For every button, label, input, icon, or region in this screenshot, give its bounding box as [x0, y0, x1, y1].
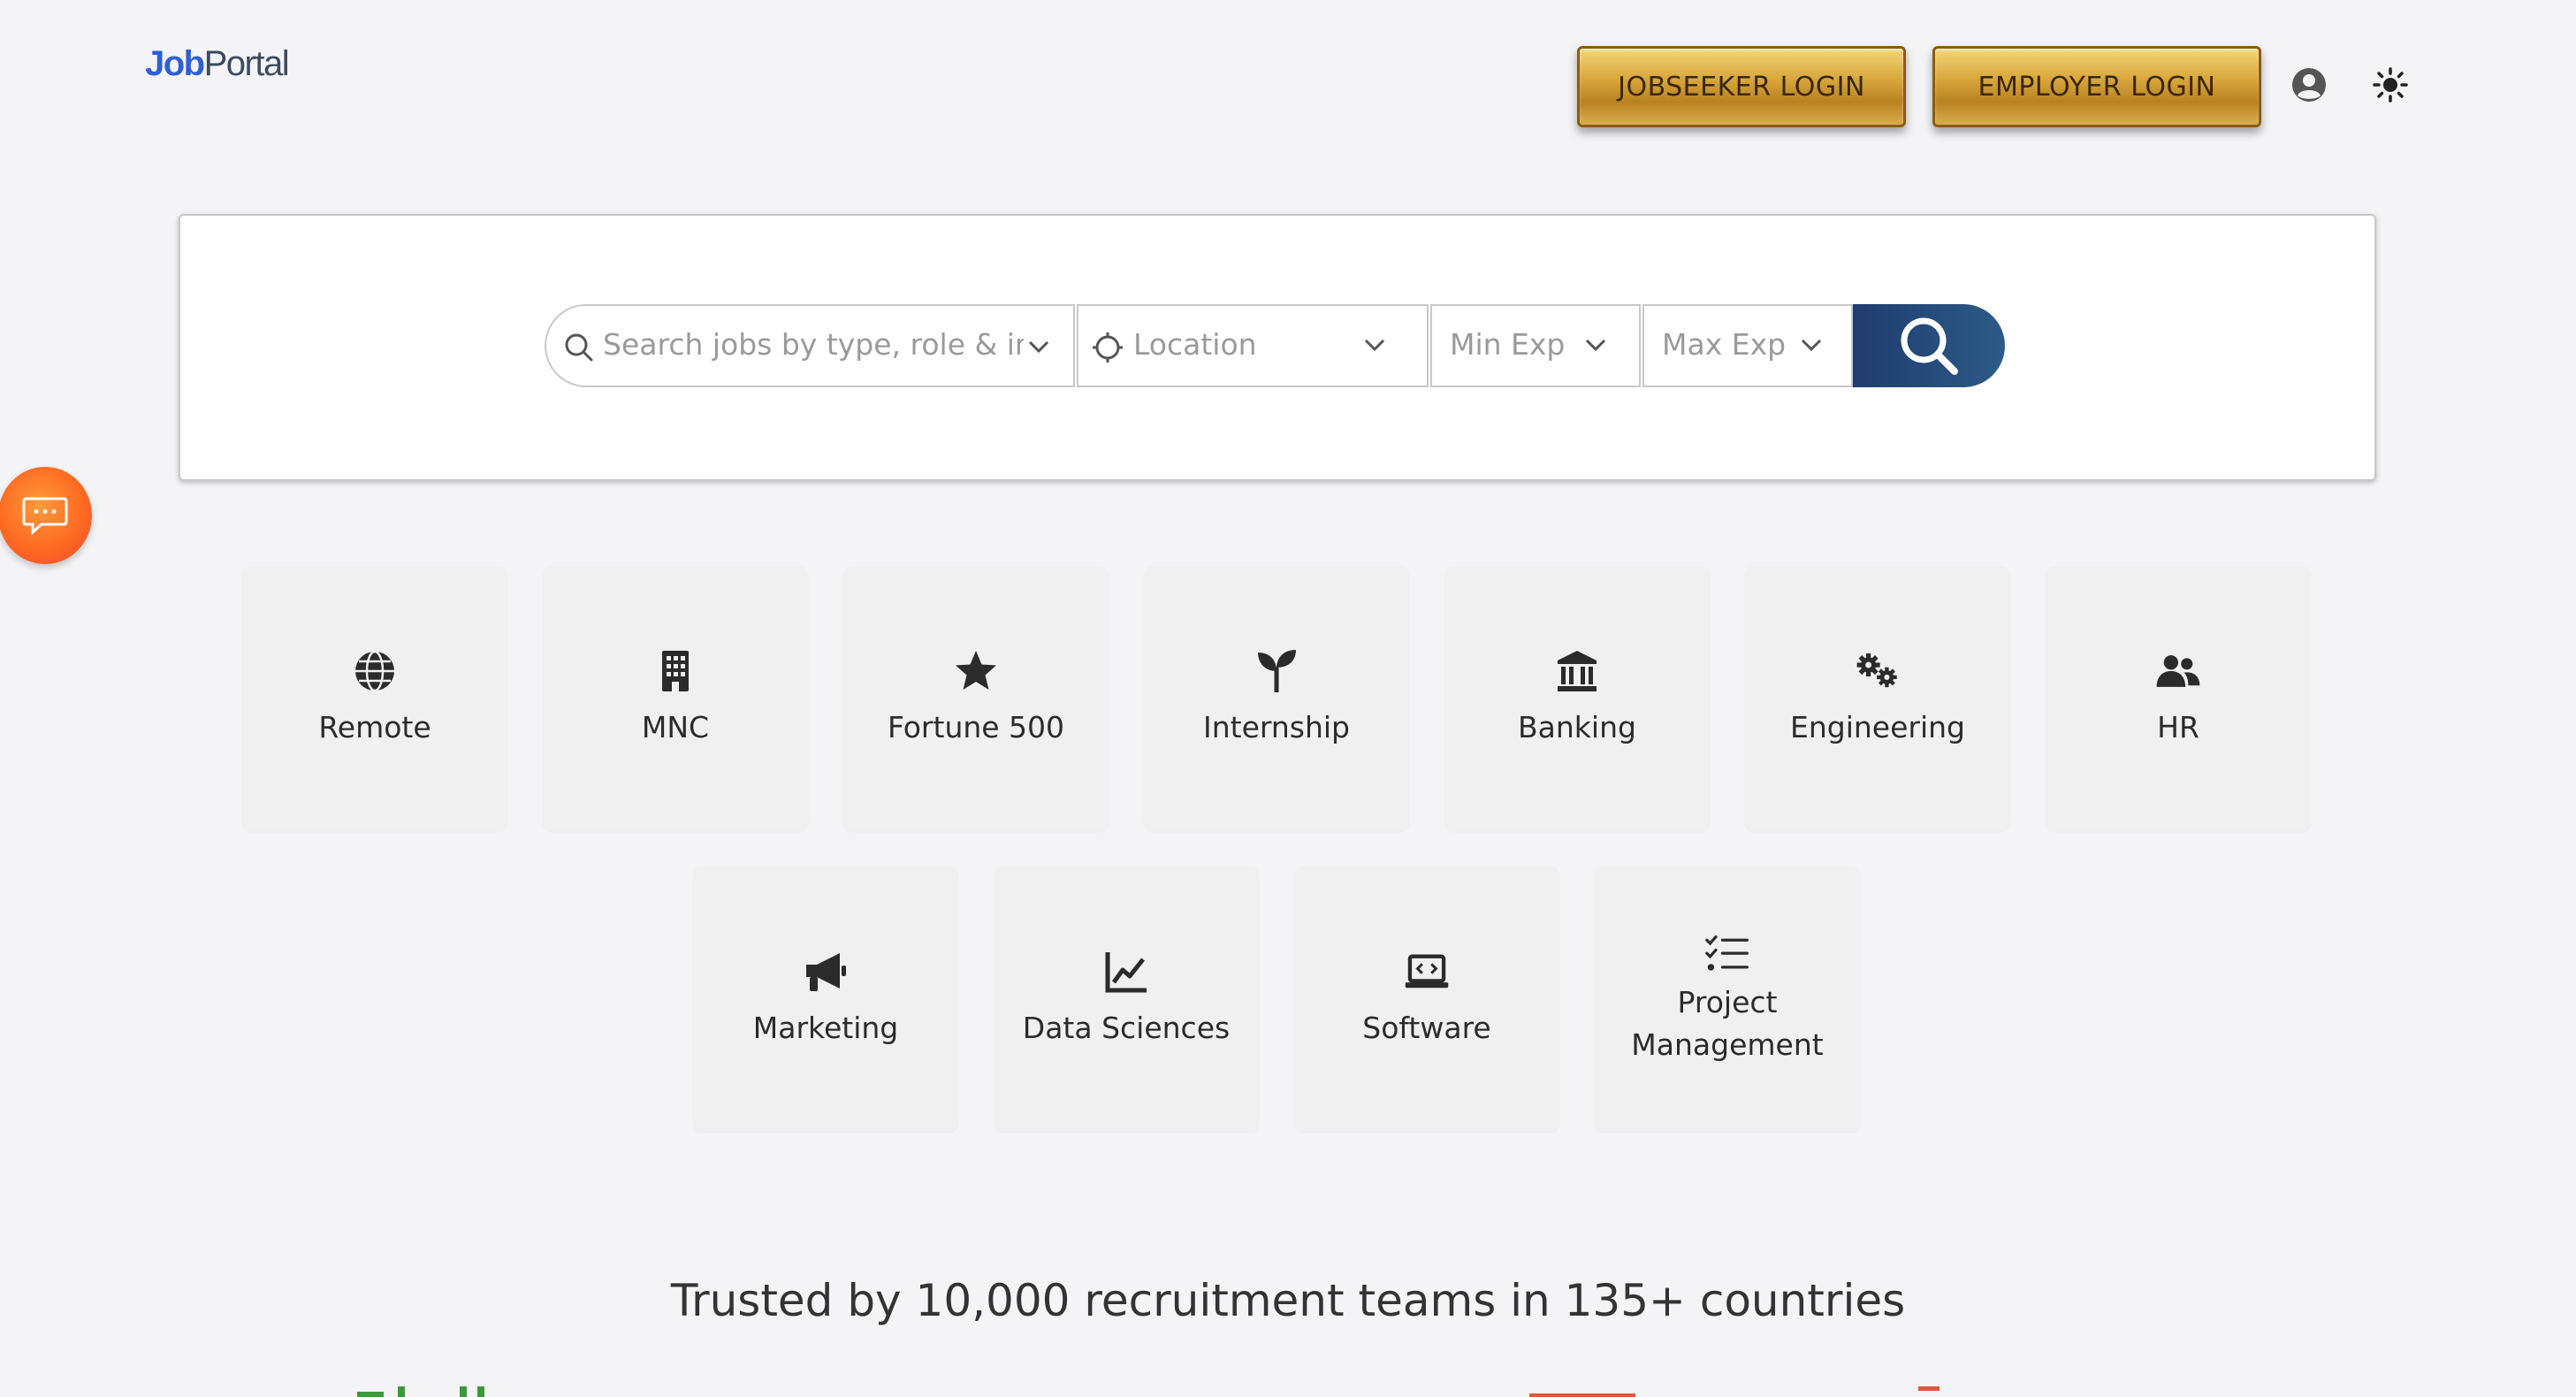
chat-bubble-button[interactable]: [0, 467, 92, 564]
category-label: Fortune 500: [887, 710, 1065, 744]
category-label: Data Sciences: [1022, 1011, 1231, 1045]
category-data-sciences[interactable]: Data Sciences: [994, 866, 1259, 1132]
category-marketing[interactable]: Marketing: [693, 866, 958, 1132]
building-icon: [662, 651, 689, 691]
crosshair-icon: [1093, 332, 1123, 363]
search-bar: Search jobs by type, role & inc Location…: [545, 304, 2005, 387]
location-select[interactable]: Location: [1077, 304, 1429, 387]
logo-job-text: Job: [145, 44, 205, 83]
category-label: Remote: [318, 710, 431, 744]
search-icon: [565, 333, 593, 362]
category-label: HR: [2157, 710, 2199, 744]
employer-login-button[interactable]: EMPLOYER LOGIN: [1932, 46, 2261, 127]
min-exp-select[interactable]: Min Exp: [1430, 304, 1641, 387]
min-exp-placeholder: Min Exp: [1450, 327, 1566, 362]
seedling-icon: [1258, 650, 1296, 692]
chat-icon: [22, 497, 68, 536]
bank-icon: [1558, 651, 1597, 691]
search-button[interactable]: [1853, 304, 2005, 387]
globe-icon: [355, 650, 394, 692]
category-label: Marketing: [752, 1011, 899, 1045]
location-placeholder: Location: [1133, 327, 1257, 362]
chart-line-icon: [1105, 952, 1147, 993]
category-label: Internship: [1202, 710, 1350, 744]
client-logos-strip: [357, 1386, 1940, 1397]
star-icon: [956, 651, 996, 690]
chevron-down-icon: [1801, 339, 1822, 352]
chevron-down-icon[interactable]: [1027, 338, 1050, 355]
category-engineering[interactable]: Engineering: [1745, 566, 2010, 831]
list-check-icon: [1705, 935, 1749, 971]
user-circle-icon[interactable]: [2291, 67, 2327, 103]
category-fortune-500[interactable]: Fortune 500: [843, 566, 1109, 831]
laptop-code-icon: [1405, 954, 1449, 989]
category-label: Software: [1362, 1011, 1491, 1045]
search-icon: [1901, 317, 1958, 375]
category-label: MNC: [641, 710, 710, 744]
max-exp-select[interactable]: Max Exp: [1642, 304, 1853, 387]
sun-icon[interactable]: [2373, 67, 2408, 103]
jobseeker-login-button[interactable]: JOBSEEKER LOGIN: [1577, 46, 1906, 127]
category-internship[interactable]: Internship: [1144, 566, 1409, 831]
category-software[interactable]: Software: [1294, 866, 1559, 1132]
logo[interactable]: JobPortal: [145, 44, 290, 84]
category-remote[interactable]: Remote: [242, 566, 507, 831]
category-banking[interactable]: Banking: [1444, 566, 1710, 831]
keyword-placeholder: Search jobs by type, role & inc: [603, 327, 1024, 362]
max-exp-placeholder: Max Exp: [1662, 327, 1787, 362]
users-icon: [2156, 655, 2200, 687]
category-hr[interactable]: HR: [2046, 566, 2311, 831]
category-label: Banking: [1518, 710, 1636, 744]
logo-portal-text: Portal: [203, 44, 290, 83]
chevron-down-icon: [1364, 339, 1385, 352]
category-label: Engineering: [1790, 710, 1965, 744]
category-label: Project Management: [1631, 985, 1824, 1062]
keyword-search-input[interactable]: Search jobs by type, role & inc: [545, 304, 1075, 387]
category-project-management[interactable]: Project Management: [1595, 866, 1860, 1132]
gears-icon: [1856, 653, 1897, 688]
trusted-heading: Trusted by 10,000 recruitment teams in 1…: [670, 1275, 1906, 1326]
megaphone-icon: [806, 953, 846, 991]
chevron-down-icon: [1585, 339, 1606, 352]
category-mnc[interactable]: MNC: [543, 566, 808, 831]
